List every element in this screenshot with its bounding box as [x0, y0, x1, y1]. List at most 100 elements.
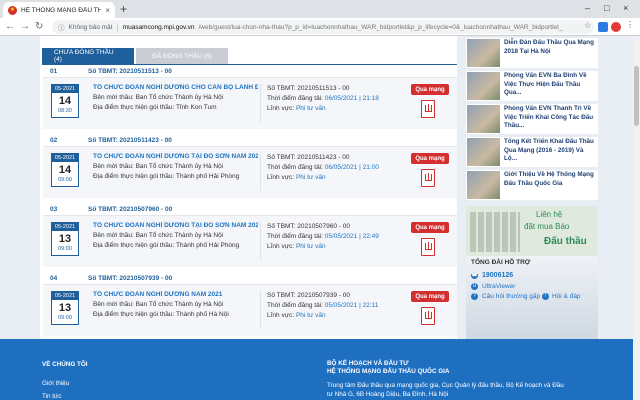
bid-header: 01 Số TBMT: 20210511513 - 00 [43, 65, 457, 78]
ultraviewer-link[interactable]: U UltraViewer [471, 283, 515, 290]
tbmt-value[interactable]: 20210507939 - 00 [119, 275, 172, 282]
menu-dots-icon[interactable]: ⋮ [626, 20, 634, 30]
field-value: Phi tư vấn [295, 174, 326, 181]
news-thumbnail[interactable] [467, 138, 500, 166]
news-thumbnail[interactable] [467, 171, 500, 199]
ad-line-2: đặt mua Báo [524, 222, 570, 231]
online-bid-badge: Qua mạng [411, 291, 449, 302]
news-thumbnail[interactable] [467, 105, 500, 133]
footer-link-news[interactable]: Tin tức [42, 393, 61, 400]
news-title[interactable]: Phỏng Vấn EVN Ba Đình Về Việc Thực Hiện … [504, 72, 597, 100]
bid-title-link[interactable]: TỔ CHỨC ĐOÀN NGHỈ DƯỠNG TẠI ĐỒ SƠN NĂM 2… [93, 222, 258, 229]
field-value: Phi tư vấn [295, 312, 326, 319]
news-title[interactable]: Giới Thiệu Về Hệ Thống Mạng Đấu Thầu Quố… [504, 171, 597, 199]
reload-icon[interactable]: ↻ [35, 21, 43, 33]
bid-title-link[interactable]: TỔ CHỨC ĐOÀN NGHỈ DƯỠNG NĂM 2021 [93, 291, 258, 298]
news-item[interactable]: Diễn Đàn Đấu Thầu Qua Mạng 2018 Tại Hà N… [466, 38, 598, 68]
newspaper-ad-banner[interactable]: Liên hệ đặt mua Báo Đấu thầu [466, 206, 598, 256]
column-divider [260, 153, 261, 191]
pdf-download-icon[interactable] [421, 238, 435, 256]
posted-value: 05/05/2021 | 22:49 [324, 233, 379, 240]
footer-link-intro[interactable]: Giới thiệu [42, 380, 69, 387]
bookmark-star-icon[interactable]: ☆ [584, 21, 591, 30]
footer-address: Trung tâm Đấu thầu qua mạng quốc gia, Cụ… [327, 382, 564, 398]
bid-info: TỔ CHỨC ĐOÀN NGHỈ DƯỠNG TẠI ĐỒ SƠN NĂM 2… [93, 153, 258, 182]
inviter-value: Ban Tổ chức Thành ủy Hà Nội [135, 163, 224, 170]
meta-tbmt-label: Số TBMT: [267, 154, 296, 161]
security-label: Không bảo mật [68, 23, 113, 31]
closing-month: 05-2021 [52, 85, 78, 93]
pdf-download-icon[interactable] [421, 169, 435, 187]
news-title[interactable]: Tổng Kết Triển Khai Đấu Thầu Qua Mạng (2… [504, 138, 597, 166]
tbmt-value[interactable]: 20210511423 - 00 [119, 137, 171, 144]
news-title[interactable]: Phỏng Vấn EVN Thanh Trì Về Việc Triển Kh… [504, 105, 597, 133]
url-host: muasamcong.mpi.gov.vn [122, 23, 195, 31]
field-value: Phi tư vấn [295, 243, 326, 250]
news-item[interactable]: Giới Thiệu Về Hệ Thống Mạng Đấu Thầu Quố… [466, 170, 598, 200]
tab-open-bids[interactable]: CHƯA ĐÓNG THẦU (4) [42, 48, 134, 64]
inviter-label: Bên mời thầu: [93, 232, 134, 239]
minimize-icon[interactable]: – [585, 3, 590, 13]
back-icon[interactable]: ← [5, 21, 15, 33]
posted-value: 06/05/2021 | 21:18 [324, 95, 379, 102]
location-value: Thành phố Hải Phòng [176, 173, 240, 180]
bid-title-link[interactable]: TỔ CHỨC ĐOÀN NGHỈ DƯỠNG CHO CÁN BỘ LÃNH … [93, 84, 258, 91]
posted-label: Thời điểm đăng tải: [267, 302, 323, 309]
new-tab-button[interactable]: + [120, 2, 127, 16]
field-label: Lĩnh vực: [267, 174, 295, 181]
meta-tbmt-value: 20210511423 - 00 [297, 154, 350, 161]
faq-icon: ? [471, 293, 478, 300]
location-label: Địa điểm thực hiện gói thầu: [93, 311, 175, 318]
online-bid-badge: Qua mạng [411, 222, 449, 233]
news-item[interactable]: Tổng Kết Triển Khai Đấu Thầu Qua Mạng (2… [466, 137, 598, 167]
news-item[interactable]: Phỏng Vấn EVN Ba Đình Về Việc Thực Hiện … [466, 71, 598, 101]
bid-inviter: Bên mời thầu: Ban Tổ chức Thành ủy Hà Nộ… [93, 300, 258, 310]
tab-closed-bids[interactable]: ĐÃ ĐÓNG THẦU (6) [136, 48, 228, 64]
close-window-icon[interactable]: × [623, 3, 628, 13]
posted-label: Thời điểm đăng tải: [267, 233, 323, 240]
maximize-icon[interactable]: □ [604, 3, 609, 13]
browser-tab[interactable]: ★ HỆ THỐNG MẠNG ĐẤU THẦU × [3, 2, 115, 18]
bid-inviter: Bên mời thầu: Ban Tổ chức Thành ủy Hà Nộ… [93, 231, 258, 241]
tbmt-value[interactable]: 20210511513 - 00 [119, 68, 171, 75]
closing-day: 14 [58, 95, 72, 107]
bid-location: Địa điểm thực hiện gói thầu: Thành phố H… [93, 241, 258, 251]
bid-number: 03 [50, 205, 58, 213]
faq-label: Câu hỏi thường gặp [482, 293, 541, 300]
bid-inviter: Bên mời thầu: Ban Tổ chức Thành ủy Hà Nộ… [93, 162, 258, 172]
closing-time: 09:00 [58, 315, 72, 321]
tbmt-value[interactable]: 20210507960 - 00 [119, 206, 172, 213]
bid-inviter: Bên mời thầu: Ban Tổ chức Thành ủy Hà Nộ… [93, 93, 258, 103]
footer-org-ministry: BỘ KẾ HOẠCH VÀ ĐẦU TƯ [327, 360, 409, 367]
bid-number: 02 [50, 136, 58, 144]
closing-date-box: 05-2021 14 09:00 [51, 153, 79, 187]
closing-date-box: 05-2021 13 09:00 [51, 222, 79, 256]
profile-icon[interactable] [611, 22, 621, 32]
meta-tbmt: Số TBMT: 20210511423 - 00 [267, 153, 407, 163]
support-phone[interactable]: ☎ 19006126 [471, 272, 513, 279]
info-icon: ⓘ [58, 25, 65, 32]
forward-icon[interactable]: → [20, 21, 30, 33]
news-item[interactable]: Phỏng Vấn EVN Thanh Trì Về Việc Triển Kh… [466, 104, 598, 134]
news-thumbnail[interactable] [467, 72, 500, 100]
download-arrow [427, 311, 429, 318]
tab-close-icon[interactable]: × [105, 6, 110, 15]
page-scrollbar[interactable] [633, 36, 640, 400]
meta-tbmt-value: 20210507960 - 00 [297, 223, 351, 230]
closing-month: 05-2021 [52, 223, 78, 231]
url-field[interactable]: ⓘ Không bảo mật | muasamcong.mpi.gov.vn /… [52, 20, 594, 34]
location-label: Địa điểm thực hiện gói thầu: [93, 104, 175, 111]
qa-link[interactable]: ! Hỏi & đáp [542, 293, 581, 300]
inviter-label: Bên mời thầu: [93, 301, 134, 308]
scrollbar-thumb[interactable] [634, 66, 639, 126]
faq-link[interactable]: ? Câu hỏi thường gặp [471, 293, 540, 300]
news-title[interactable]: Diễn Đàn Đấu Thầu Qua Mạng 2018 Tại Hà N… [504, 39, 597, 67]
bid-title-link[interactable]: TỔ CHỨC ĐOÀN NGHỈ DƯỠNG TẠI ĐỒ SƠN NĂM 2… [93, 153, 258, 160]
bid-body: 05-2021 14 08:30 TỔ CHỨC ĐOÀN NGHỈ DƯỠNG CH… [43, 78, 457, 129]
extension-icon[interactable] [598, 22, 608, 32]
pdf-download-icon[interactable] [421, 100, 435, 118]
news-thumbnail[interactable] [467, 39, 500, 67]
pdf-download-icon[interactable] [421, 307, 435, 325]
meta-field: Lĩnh vực: Phi tư vấn [267, 311, 407, 321]
bid-meta: Số TBMT: 20210511513 - 00 Thời điểm đăng … [267, 84, 407, 114]
